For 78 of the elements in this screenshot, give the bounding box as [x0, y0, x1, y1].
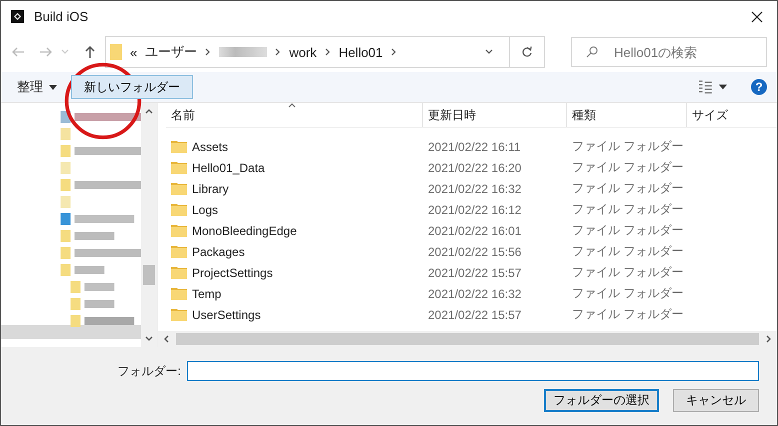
view-options-icon[interactable]	[697, 80, 729, 94]
type-cell-text: ファイル フォルダー	[571, 180, 684, 197]
date-cell-text: 2021/02/22 16:11	[427, 140, 522, 154]
folder-icon	[171, 308, 187, 321]
horizontal-scrollbar[interactable]	[158, 331, 777, 347]
scroll-left-icon[interactable]	[162, 335, 170, 343]
file-name[interactable]: Hello01_Data	[192, 160, 265, 174]
type-cell-text: ファイル フォルダー	[571, 243, 684, 260]
date-cell-text: 2021/02/22 16:20	[427, 160, 522, 174]
breadcrumb-item[interactable]: Hello01	[338, 44, 383, 60]
help-button[interactable]: ?	[751, 79, 767, 95]
file-name[interactable]: Assets	[192, 140, 228, 154]
folder-icon	[171, 287, 187, 300]
file-name[interactable]: UserSettings	[192, 308, 261, 322]
dropdown-triangle-icon	[49, 84, 57, 90]
folder-input[interactable]	[187, 361, 759, 381]
type-cell-text: ファイル フォルダー	[571, 222, 684, 239]
file-name[interactable]: Logs	[192, 202, 218, 216]
sort-caret-icon	[288, 103, 296, 108]
type-cell-text: ファイル フォルダー	[571, 264, 684, 281]
chevron-right-icon[interactable]	[205, 48, 212, 56]
column-header[interactable]: 名前	[166, 103, 423, 127]
folder-icon	[171, 182, 187, 195]
date-cell-text: 2021/02/22 15:57	[427, 308, 522, 322]
type-cell-text: ファイル フォルダー	[571, 285, 684, 302]
cancel-button[interactable]: キャンセル	[673, 389, 759, 412]
app-icon	[11, 10, 24, 23]
select-folder-button[interactable]: フォルダーの選択	[544, 389, 659, 412]
date-cell-text: 2021/02/22 16:32	[427, 182, 522, 196]
blurred-breadcrumb	[219, 47, 268, 57]
column-header[interactable]: 種類	[567, 103, 687, 127]
search-field[interactable]: Hello01の検索	[571, 37, 767, 67]
scroll-up-icon[interactable]	[145, 107, 154, 115]
date-cell-text: 2021/02/22 15:56	[427, 244, 522, 258]
folder-icon	[110, 44, 122, 60]
column-header[interactable]: 更新日時	[423, 103, 567, 127]
chevron-right-icon[interactable]	[324, 48, 331, 56]
chevron-right-icon[interactable]	[275, 48, 282, 56]
folder-label: フォルダー:	[118, 362, 181, 380]
folder-icon	[171, 266, 187, 279]
date-cell-text: 2021/02/22 16:32	[427, 286, 522, 300]
folder-icon	[171, 224, 187, 237]
type-cell-text: ファイル フォルダー	[571, 159, 684, 176]
organize-menu[interactable]: 整理	[17, 78, 57, 96]
breadcrumb-item[interactable]: ユーザー	[145, 43, 198, 61]
folder-icon	[171, 245, 187, 258]
folder-icon	[171, 161, 187, 174]
address-bar[interactable]: « ユーザー work Hello01	[105, 36, 545, 68]
new-folder-button[interactable]: 新しいフォルダー	[71, 75, 193, 99]
breadcrumb-item[interactable]: work	[289, 44, 317, 60]
column-header[interactable]: サイズ	[687, 103, 728, 127]
date-cell-text: 2021/02/22 16:01	[427, 224, 522, 238]
scroll-down-icon[interactable]	[145, 335, 154, 343]
folder-icon	[171, 140, 187, 153]
scroll-right-icon[interactable]	[765, 335, 773, 343]
type-cell-text: ファイル フォルダー	[571, 306, 684, 323]
refresh-icon	[521, 46, 533, 58]
file-name[interactable]: Packages	[192, 244, 245, 258]
up-arrow-icon[interactable]	[83, 45, 97, 59]
dropdown-chevron-icon[interactable]	[485, 49, 493, 55]
folder-icon	[171, 203, 187, 216]
search-icon	[586, 46, 598, 58]
file-name[interactable]: ProjectSettings	[192, 266, 273, 280]
file-name[interactable]: Library	[192, 182, 229, 196]
window-title: Build iOS	[34, 9, 88, 24]
scroll-thumb[interactable]	[143, 265, 156, 285]
file-name[interactable]: Temp	[192, 286, 222, 300]
overflow-chevron[interactable]: «	[130, 44, 138, 60]
type-cell-text: ファイル フォルダー	[571, 138, 684, 155]
date-cell-text: 2021/02/22 15:57	[427, 266, 522, 280]
file-name[interactable]: MonoBleedingEdge	[192, 224, 297, 238]
chevron-right-icon[interactable]	[390, 48, 397, 56]
close-icon[interactable]	[751, 10, 763, 22]
scrollbar[interactable]	[141, 103, 157, 347]
type-cell-text: ファイル フォルダー	[571, 201, 684, 218]
date-cell-text: 2021/02/22 16:12	[427, 202, 522, 216]
scroll-thumb[interactable]	[176, 333, 759, 345]
search-input[interactable]: Hello01の検索	[612, 44, 756, 60]
